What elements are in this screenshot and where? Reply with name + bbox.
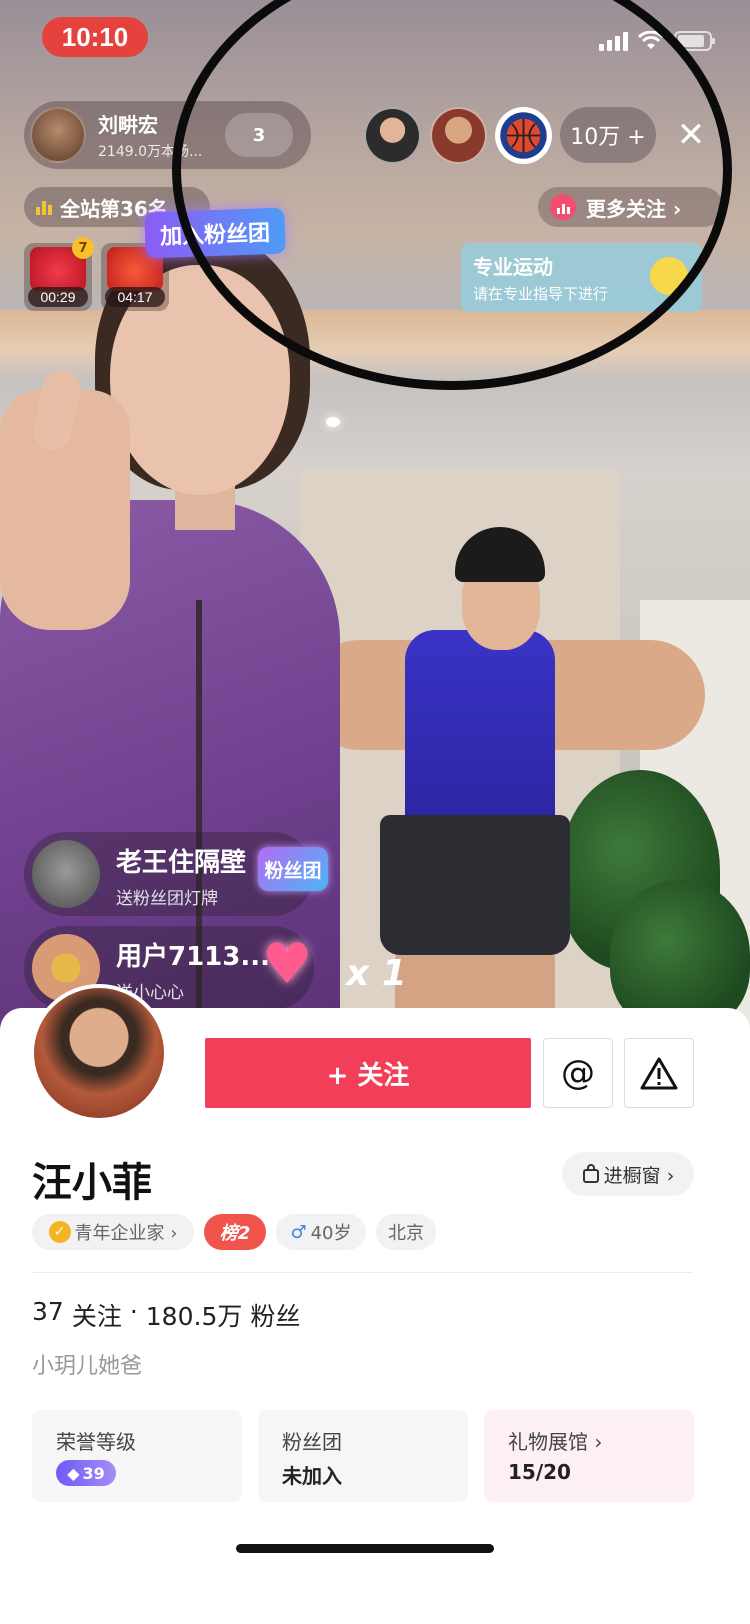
follow-button[interactable]: + 关注 bbox=[205, 1038, 531, 1108]
cat-avatar[interactable] bbox=[32, 840, 100, 908]
rank-tag[interactable]: 榜2 bbox=[204, 1214, 266, 1250]
home-indicator[interactable] bbox=[236, 1544, 494, 1553]
title-tag[interactable]: ✓ 青年企业家 › bbox=[32, 1214, 194, 1250]
status-time: 10:10 bbox=[42, 17, 148, 57]
rank-bars-icon bbox=[36, 199, 52, 215]
level-badge: ◆ 39 bbox=[56, 1460, 116, 1486]
honor-level-title: 荣誉等级 bbox=[56, 1430, 136, 1454]
stats-separator: · bbox=[129, 1297, 138, 1326]
chat-message: 送粉丝团灯牌 bbox=[116, 889, 218, 909]
gift-gallery-card[interactable]: 礼物展馆 › 15/20 bbox=[484, 1410, 694, 1502]
title-tag-label: 青年企业家 › bbox=[74, 1223, 178, 1244]
gift-gallery-title: 礼物展馆 › bbox=[508, 1430, 603, 1454]
at-icon[interactable]: @ bbox=[543, 1038, 613, 1108]
level-gem-icon: ◆ bbox=[67, 1463, 80, 1483]
fan-club-card[interactable]: 粉丝团 未加入 bbox=[258, 1410, 468, 1502]
streamer-name: 刘畊宏 bbox=[98, 113, 158, 137]
follow-stats: 37 关注 · 180.5万 粉丝 bbox=[32, 1297, 300, 1333]
fan-club-status: 未加入 bbox=[282, 1464, 342, 1488]
man-shorts bbox=[380, 815, 570, 955]
profile-name: 汪小菲 bbox=[32, 1160, 152, 1206]
shop-window-button[interactable]: 进橱窗 › bbox=[562, 1152, 694, 1196]
divider bbox=[32, 1272, 692, 1273]
following-label: 关注 bbox=[71, 1302, 122, 1331]
age-tag: ♂ 40岁 bbox=[276, 1214, 366, 1250]
chat-user-name: 用户7113... bbox=[116, 942, 270, 972]
age-label: 40岁 bbox=[310, 1223, 352, 1244]
gift-gallery-progress: 15/20 bbox=[508, 1460, 571, 1484]
following-count[interactable]: 37 bbox=[32, 1297, 64, 1333]
gift-multiplier: x 1 bbox=[346, 953, 407, 994]
male-icon: ♂ bbox=[290, 1221, 307, 1243]
warning-triangle-icon bbox=[640, 1057, 678, 1090]
profile-bio: 小玥儿她爸 bbox=[32, 1354, 143, 1379]
fan-club-badge: 粉丝团 bbox=[258, 847, 328, 891]
ceiling-lamp bbox=[326, 417, 340, 427]
gift-count-badge: 7 bbox=[72, 237, 94, 259]
gift-timer: 04:17 bbox=[105, 287, 165, 307]
warning-icon[interactable] bbox=[624, 1038, 694, 1108]
shopping-bag-icon bbox=[582, 1164, 599, 1183]
shop-window-label: 进橱窗 › bbox=[603, 1164, 675, 1187]
heart-gift-icon: ♥ bbox=[262, 932, 313, 997]
level-value: 39 bbox=[82, 1463, 105, 1483]
honor-level-card[interactable]: 荣誉等级 ◆ 39 bbox=[32, 1410, 242, 1502]
streamer-avatar[interactable] bbox=[30, 107, 86, 163]
fans-count[interactable]: 180.5万 bbox=[146, 1297, 243, 1333]
city-tag: 北京 bbox=[376, 1214, 436, 1250]
profile-avatar[interactable] bbox=[30, 984, 168, 1122]
man-tank-top bbox=[405, 630, 555, 840]
chat-user-name: 老王住隔壁 bbox=[116, 848, 247, 878]
fans-label: 粉丝 bbox=[250, 1302, 301, 1331]
verified-check-icon: ✓ bbox=[48, 1221, 71, 1243]
red-packet-gift-1[interactable]: 7 00:29 bbox=[24, 237, 94, 311]
fan-club-title: 粉丝团 bbox=[282, 1430, 342, 1454]
gift-timer: 00:29 bbox=[28, 287, 88, 307]
